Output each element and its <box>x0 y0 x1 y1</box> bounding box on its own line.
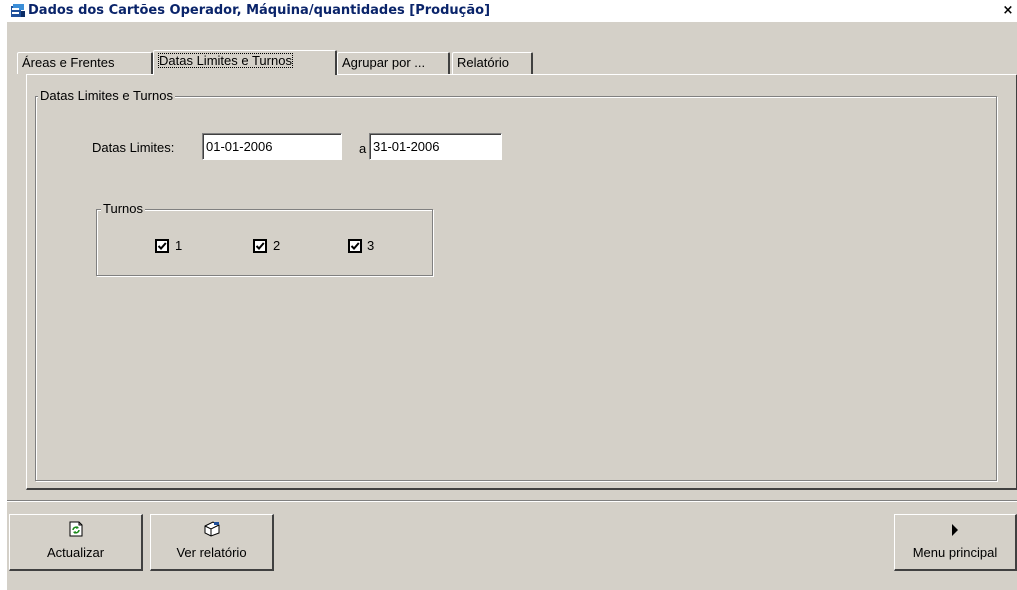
tab-relatorio-label: Relatório <box>457 55 510 70</box>
separator-line-highlight <box>7 501 1017 502</box>
checkmark-icon <box>350 242 360 250</box>
ver-relatorio-button[interactable]: Ver relatório <box>150 514 274 571</box>
report-icon <box>203 521 221 540</box>
datas-limites-group: Datas Limites e Turnos Datas Limites: a … <box>35 88 997 481</box>
app-window: Dados dos Cartões Operador, Máquina/quan… <box>7 0 1017 590</box>
date-from-input[interactable] <box>202 133 342 160</box>
app-icon <box>10 3 26 19</box>
tab-agrupar-por[interactable]: Agrupar por ... <box>337 52 450 74</box>
turno-2-checkbox[interactable] <box>253 239 267 253</box>
window-title: Dados dos Cartões Operador, Máquina/quan… <box>28 3 491 18</box>
title-bar: Dados dos Cartões Operador, Máquina/quan… <box>7 0 1017 22</box>
turnos-group-title: Turnos <box>101 201 145 216</box>
play-arrow-icon <box>951 524 959 539</box>
date-to-input[interactable] <box>369 133 502 160</box>
close-button[interactable]: × <box>1001 3 1015 19</box>
turno-1-label: 1 <box>175 238 183 253</box>
tab-datas-limites-e-turnos-label: Datas Limites e Turnos <box>158 53 293 68</box>
tab-datas-limites-e-turnos[interactable]: Datas Limites e Turnos <box>153 50 337 75</box>
tab-areas-e-frentes-label: Áreas e Frentes <box>22 55 115 70</box>
turno-3-label: 3 <box>367 238 375 253</box>
tab-relatorio[interactable]: Relatório <box>452 52 533 74</box>
ver-relatorio-label: Ver relatório <box>176 545 247 560</box>
turnos-group: Turnos 1 2 3 <box>96 201 433 276</box>
menu-principal-button[interactable]: Menu principal <box>894 514 1017 571</box>
refresh-icon <box>68 521 84 540</box>
datas-limites-group-title: Datas Limites e Turnos <box>38 88 175 103</box>
datas-limites-label: Datas Limites: <box>92 140 175 155</box>
actualizar-label: Actualizar <box>46 545 105 560</box>
checkmark-icon <box>157 242 167 250</box>
tab-areas-e-frentes[interactable]: Áreas e Frentes <box>17 52 153 74</box>
actualizar-button[interactable]: Actualizar <box>9 514 143 571</box>
turno-1-checkbox[interactable] <box>155 239 169 253</box>
tab-agrupar-por-label: Agrupar por ... <box>342 55 426 70</box>
date-range-separator: a <box>359 141 367 156</box>
tab-panel: Datas Limites e Turnos Datas Limites: a … <box>26 74 1017 490</box>
menu-principal-label: Menu principal <box>912 545 998 560</box>
turno-2-label: 2 <box>273 238 281 253</box>
turno-3-checkbox[interactable] <box>348 239 362 253</box>
checkmark-icon <box>255 242 265 250</box>
